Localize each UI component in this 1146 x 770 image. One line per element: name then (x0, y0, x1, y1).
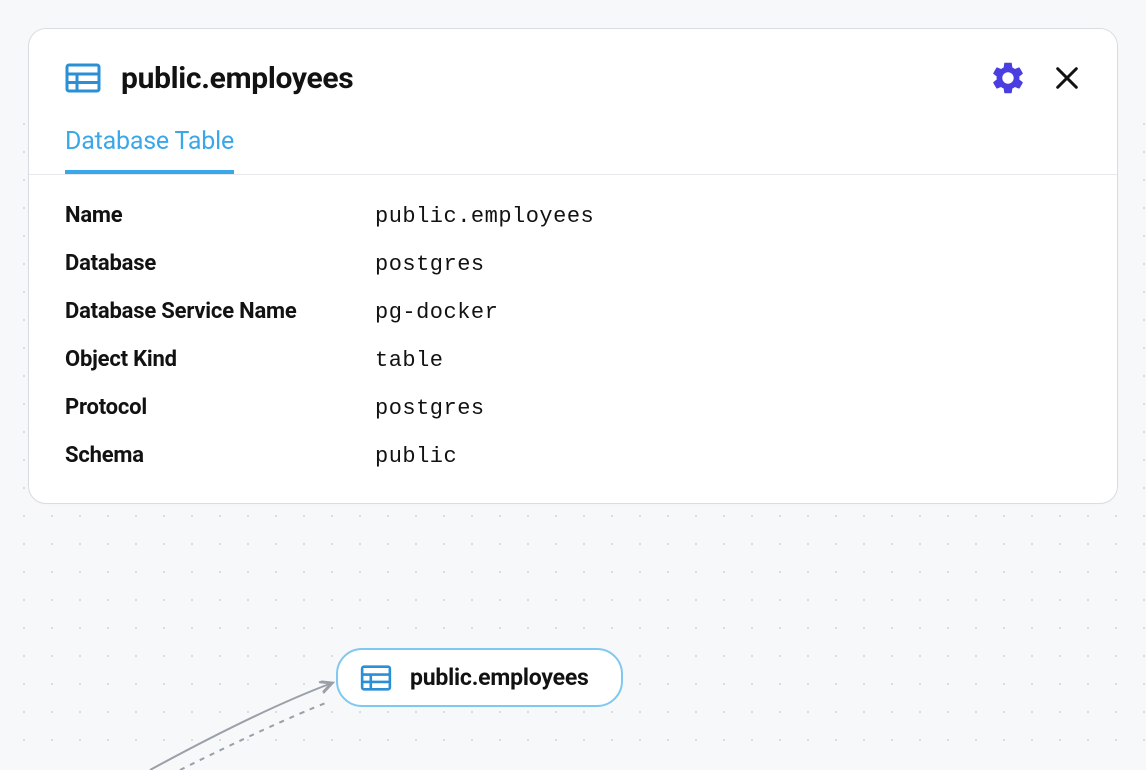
property-label: Object Kind (65, 347, 375, 372)
close-icon (1053, 64, 1081, 92)
property-row: Name public.employees (65, 203, 1081, 229)
panel-header: public.employees (29, 29, 1117, 109)
property-row: Protocol postgres (65, 395, 1081, 421)
close-button[interactable] (1053, 64, 1081, 92)
property-value: pg-docker (375, 300, 498, 325)
gear-icon (989, 59, 1027, 97)
graph-node-table[interactable]: public.employees (336, 648, 623, 707)
property-row: Schema public (65, 443, 1081, 469)
property-value: public (375, 444, 457, 469)
property-label: Schema (65, 443, 375, 468)
graph-node-label: public.employees (410, 664, 589, 691)
property-value: table (375, 348, 444, 373)
panel-body: Name public.employees Database postgres … (29, 175, 1117, 503)
settings-button[interactable] (989, 59, 1027, 97)
property-label: Database Service Name (65, 299, 375, 324)
details-panel: public.employees Database Table Name pub… (28, 28, 1118, 504)
property-value: postgres (375, 396, 485, 421)
panel-title: public.employees (121, 61, 989, 96)
property-row: Object Kind table (65, 347, 1081, 373)
property-label: Name (65, 203, 375, 228)
connector-arrows (120, 650, 350, 770)
tab-database-table[interactable]: Database Table (65, 127, 234, 174)
property-value: public.employees (375, 204, 594, 229)
tabs: Database Table (29, 127, 1117, 175)
property-value: postgres (375, 252, 485, 277)
property-label: Protocol (65, 395, 375, 420)
property-label: Database (65, 251, 375, 276)
table-icon (360, 665, 392, 691)
table-icon (65, 63, 101, 93)
property-row: Database Service Name pg-docker (65, 299, 1081, 325)
property-row: Database postgres (65, 251, 1081, 277)
